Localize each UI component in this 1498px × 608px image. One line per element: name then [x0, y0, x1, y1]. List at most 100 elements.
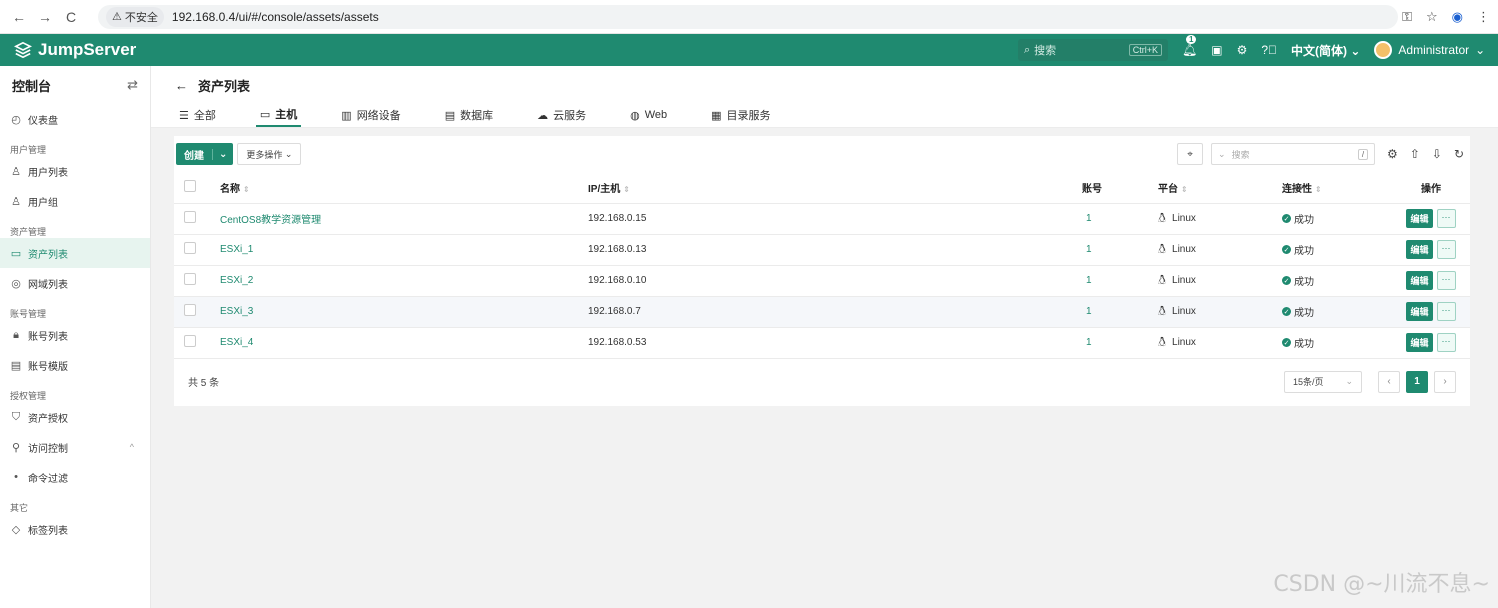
global-search[interactable]: ⌕ 搜索 Ctrl+K [1018, 39, 1168, 61]
asset-name-link[interactable]: ESXi_2 [220, 275, 253, 286]
password-key-icon[interactable]: ⚿ [1402, 9, 1412, 25]
sidebar-item[interactable]: • 命令过滤 [0, 462, 150, 492]
url-text[interactable]: 192.168.0.4/ui/#/console/assets/assets [172, 10, 379, 24]
account-count-link[interactable]: 1 [1082, 244, 1092, 255]
asset-name-link[interactable]: CentOS8教学资源管理 [220, 215, 321, 226]
sidebar-item[interactable]: ▤ 账号模版 [0, 350, 150, 380]
switch-view-icon[interactable]: ⇄ [127, 77, 138, 93]
sidebar-item[interactable]: ◎ 网域列表 [0, 268, 150, 298]
tab-all[interactable]: ☰ 全部 [175, 103, 220, 127]
platform-label: Linux [1172, 213, 1196, 224]
more-row-actions-button[interactable]: ··· [1436, 333, 1456, 352]
profile-icon[interactable]: ◉ [1452, 9, 1463, 25]
table-row[interactable]: ESXi_3 192.168.0.7 1 🐧︎ Linux ✓ 成功 编辑 ··· [174, 296, 1470, 328]
sidebar-item[interactable]: ⛉ 资产授权 [0, 402, 150, 432]
table-row[interactable]: ESXi_4 192.168.0.53 1 🐧︎ Linux ✓ 成功 编辑 ··· [174, 327, 1470, 359]
asset-name-link[interactable]: ESXi_4 [220, 337, 253, 348]
sidebar-item[interactable]: ◇ 标签列表 [0, 514, 150, 544]
edit-button[interactable]: 编辑 [1406, 302, 1433, 321]
page-number-button[interactable]: 1 [1406, 370, 1428, 393]
security-indicator[interactable]: ⚠ 不安全 [106, 6, 164, 27]
next-page-button[interactable]: › [1434, 370, 1456, 393]
row-checkbox[interactable] [184, 304, 196, 316]
brand-logo[interactable]: JumpServer [0, 40, 150, 60]
tab-directory[interactable]: ▦ 目录服务 [707, 103, 774, 127]
edit-button[interactable]: 编辑 [1406, 240, 1433, 259]
col-connectivity[interactable]: 连接性 ⇕ [1282, 173, 1392, 204]
page-size-select[interactable]: 15条/页 ⌄ [1284, 370, 1362, 393]
more-row-actions-button[interactable]: ··· [1436, 271, 1456, 290]
more-row-actions-button[interactable]: ··· [1436, 209, 1456, 228]
sidebar-item[interactable]: ◴ 仪表盘 [0, 104, 150, 134]
reload-icon[interactable]: C [60, 6, 82, 28]
user-group-icon: ♙ [11, 195, 21, 208]
sidebar-item[interactable]: ♙ 用户列表 [0, 156, 150, 186]
sort-icon[interactable]: ⇕ [1315, 185, 1322, 194]
settings-gear-icon[interactable]: ⚙ [1237, 43, 1248, 57]
edit-button[interactable]: 编辑 [1406, 209, 1433, 228]
sidebar-item[interactable]: ⚲ 访问控制 ^ [0, 432, 150, 462]
more-row-actions-button[interactable]: ··· [1436, 240, 1456, 259]
filter-chevron-icon[interactable]: ⌄ [1218, 149, 1226, 160]
more-actions-button[interactable]: 更多操作 ⌄ [237, 143, 302, 165]
back-icon[interactable]: ← [8, 6, 30, 28]
asset-table-card: 创建 ⌄ 更多操作 ⌄ ⌖ ⌄ 搜索 / ⚙ ⇧ ⇩ ↻ 名称 ⇕ IP/主机 … [174, 136, 1470, 406]
tab-database[interactable]: ▤ 数据库 [441, 103, 497, 127]
col-name[interactable]: 名称 ⇕ [220, 173, 588, 204]
col-ip[interactable]: IP/主机 ⇕ [588, 173, 1082, 204]
account-count-link[interactable]: 1 [1082, 213, 1092, 224]
sidebar-item[interactable]: 🔒︎ 账号列表 [0, 320, 150, 350]
address-bar[interactable]: ⚠ 不安全 192.168.0.4/ui/#/console/assets/as… [98, 4, 1398, 29]
back-arrow-icon[interactable]: ← [175, 78, 188, 93]
refresh-icon[interactable]: ↻ [1454, 147, 1464, 161]
row-checkbox[interactable] [184, 335, 196, 347]
forward-icon[interactable]: → [34, 6, 56, 28]
tab-network[interactable]: ▥ 网络设备 [337, 103, 404, 127]
asset-ip: 192.168.0.53 [588, 337, 647, 348]
browser-menu-icon[interactable]: ⋮ [1477, 9, 1490, 25]
sidebar-item[interactable]: ▭ 资产列表 [0, 238, 150, 268]
tab-web[interactable]: ◍ Web [626, 103, 671, 127]
table-row[interactable]: ESXi_1 192.168.0.13 1 🐧︎ Linux ✓ 成功 编辑 ··· [174, 234, 1470, 266]
sort-icon[interactable]: ⇕ [243, 185, 250, 194]
row-checkbox[interactable] [184, 211, 196, 223]
tab-host[interactable]: ▭ 主机 [255, 103, 302, 127]
prev-page-button[interactable]: ‹ [1378, 370, 1400, 393]
account-count-link[interactable]: 1 [1082, 306, 1092, 317]
table-row[interactable]: ESXi_2 192.168.0.10 1 🐧︎ Linux ✓ 成功 编辑 ··· [174, 265, 1470, 297]
more-row-actions-button[interactable]: ··· [1436, 302, 1456, 321]
row-checkbox[interactable] [184, 273, 196, 285]
column-settings-icon[interactable]: ⚙ [1387, 147, 1398, 161]
import-icon[interactable]: ⇧ [1410, 147, 1420, 161]
col-accounts: 账号 [1082, 173, 1158, 204]
table-row[interactable]: CentOS8教学资源管理 192.168.0.15 1 🐧︎ Linux ✓ 成功… [174, 203, 1470, 235]
row-checkbox[interactable] [184, 242, 196, 254]
edit-button[interactable]: 编辑 [1406, 271, 1433, 290]
sidebar-item[interactable]: ♙ 用户组 [0, 186, 150, 216]
create-dropdown-icon[interactable]: ⌄ [212, 148, 233, 160]
edit-button[interactable]: 编辑 [1406, 333, 1433, 352]
asset-name-link[interactable]: ESXi_1 [220, 244, 253, 255]
help-icon[interactable]: ?⃝ [1261, 43, 1277, 57]
notification-bell-icon[interactable]: 🔔︎ 1 [1182, 35, 1197, 57]
sort-icon[interactable]: ⇕ [1181, 185, 1188, 194]
select-all-checkbox[interactable] [184, 180, 196, 193]
sort-icon[interactable]: ⇕ [623, 185, 630, 194]
sidebar-item-label: 账号模版 [28, 361, 68, 373]
bookmark-star-icon[interactable]: ☆ [1426, 9, 1438, 25]
asset-name-link[interactable]: ESXi_3 [220, 306, 253, 317]
create-button[interactable]: 创建 ⌄ [176, 143, 234, 165]
account-count-link[interactable]: 1 [1082, 275, 1092, 286]
main-content: ← 资产列表 ☰ 全部 ▭ 主机 ▥ 网络设备 ▤ 数据库 ☁ 云服务 ◍ Web ▦ 目录服务 创建 ⌄… [151, 66, 1498, 608]
account-count-link[interactable]: 1 [1082, 337, 1092, 348]
user-menu[interactable]: Administrator ⌄ [1374, 41, 1485, 59]
language-selector[interactable]: 中文(简体) ⌄ [1291, 42, 1360, 59]
platform-cell: 🐧︎ Linux [1158, 334, 1282, 351]
table-search-input[interactable]: ⌄ 搜索 / [1211, 143, 1376, 165]
tag-filter-icon[interactable]: ⌖ [1177, 143, 1204, 165]
export-icon[interactable]: ⇩ [1432, 147, 1442, 161]
terminal-icon[interactable]: ▣ [1211, 43, 1222, 57]
tab-cloud[interactable]: ☁ 云服务 [533, 103, 590, 127]
col-platform[interactable]: 平台 ⇕ [1158, 173, 1282, 204]
check-circle-icon: ✓ [1282, 245, 1291, 254]
